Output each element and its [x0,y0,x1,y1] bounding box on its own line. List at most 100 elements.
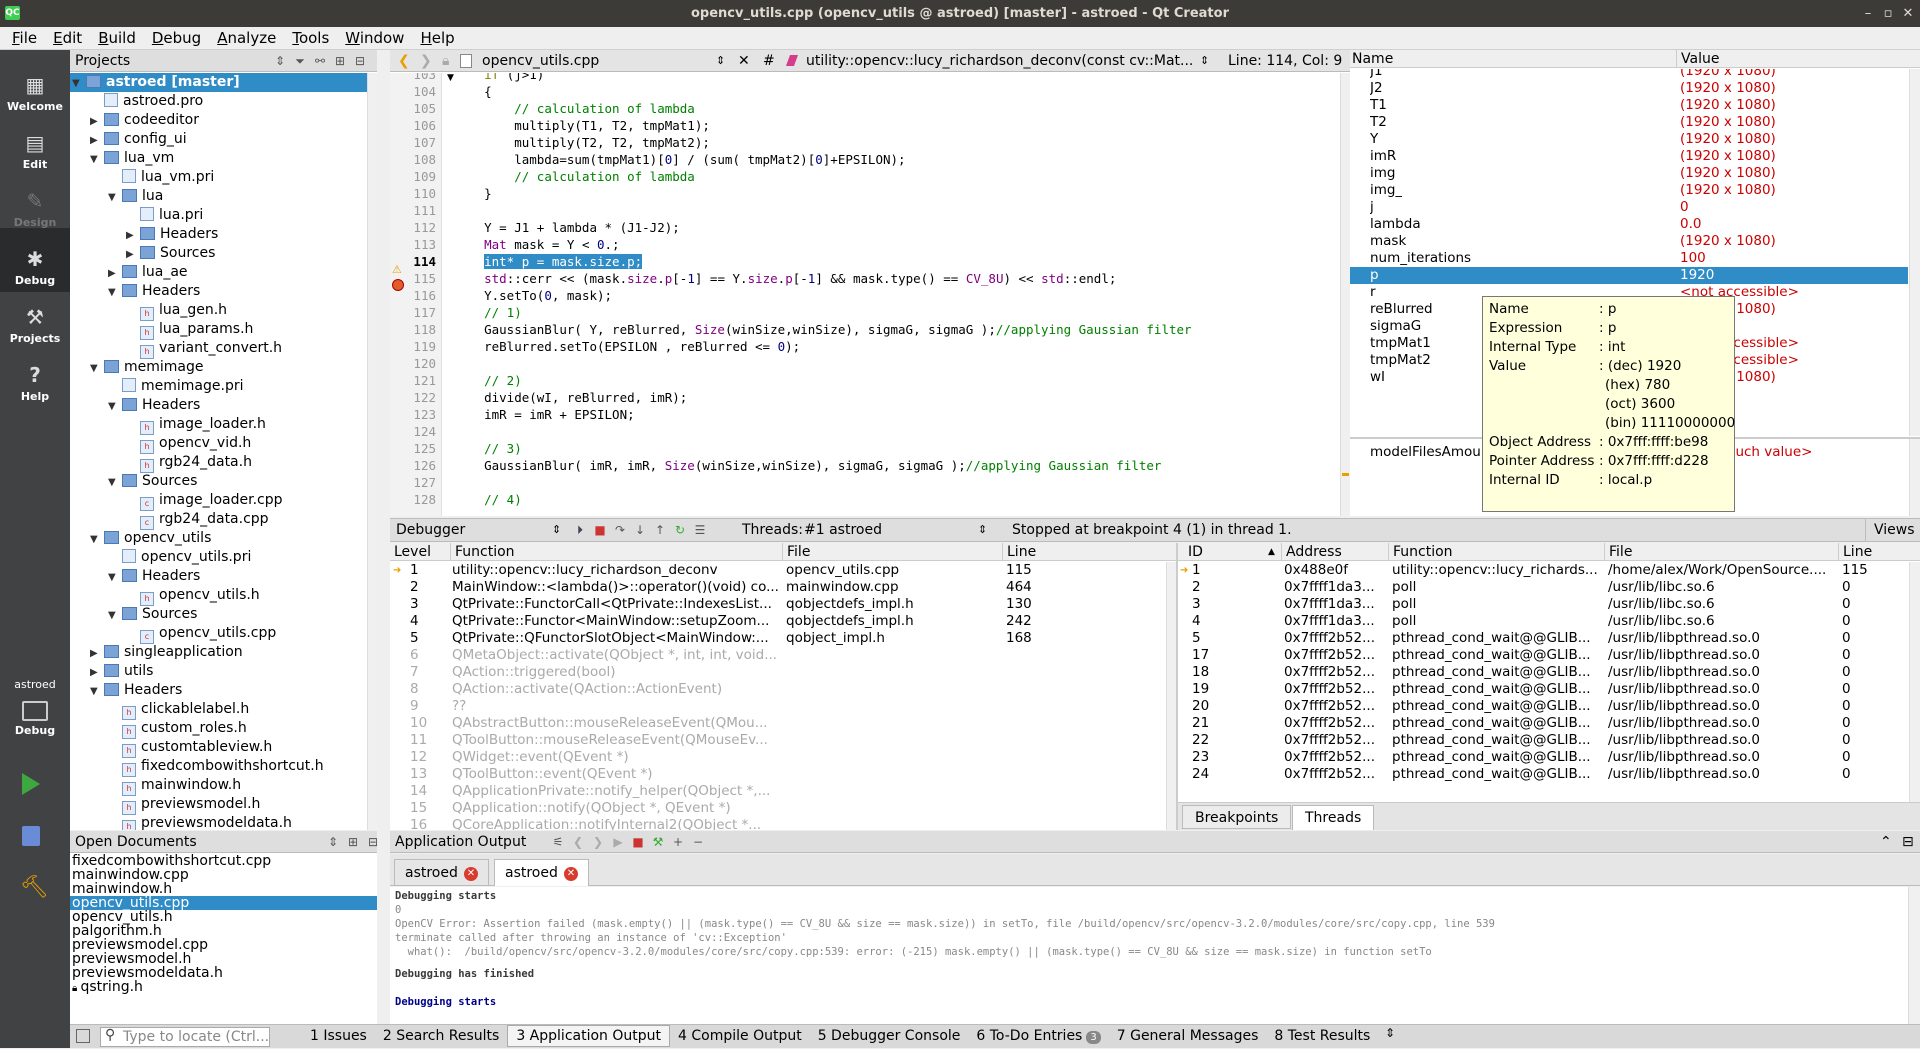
close-icon[interactable]: ✕ [1898,0,1918,27]
expanded-arrow-icon[interactable]: ▼ [108,188,122,207]
locator-input[interactable]: Type to locate (Ctrl... [100,1027,270,1047]
stack-frame-row[interactable]: 10 QAbstractButton::mouseReleaseEvent(QMo… [390,715,1166,732]
project-tree-item[interactable]: ▼ opencv_utils [70,529,367,548]
project-tree-item[interactable]: lua.pri [70,206,367,225]
project-tree-item[interactable]: ▼ Headers [70,396,367,415]
filter-icon[interactable]: ⏷ [293,54,307,68]
thread-row[interactable]: 22 0x7ffff2b52... pthread_cond_wait@@GLIB.… [1178,732,1910,749]
output-tab-1[interactable]: astroed ✕ [394,859,489,885]
project-tree-item[interactable]: c image_loader.cpp [70,491,367,511]
split-icon[interactable]: ⊞ [346,835,360,849]
stack-frame-row[interactable]: 14 QApplicationPrivate::notify_helper(QOb… [390,783,1166,800]
stack-frame-row[interactable]: ➜ 1 utility::opencv::lucy_richardson_decon… [390,562,1166,579]
project-tree-item[interactable]: ▼ Sources [70,605,367,624]
expanded-arrow-icon[interactable]: ▼ [108,568,122,587]
kit-selector[interactable]: Debug [0,695,70,747]
menu-file[interactable]: File [4,29,45,47]
project-tree-item[interactable]: h lua_params.h [70,320,367,340]
project-tree-item[interactable]: ▶ utils [70,662,367,681]
output-pane-button[interactable]: 6 To-Do Entries 3 [968,1025,1108,1047]
threads-col-function[interactable]: Function [1388,543,1453,561]
threads-col-id[interactable]: ID [1188,543,1203,561]
collapsed-arrow-icon[interactable]: ▶ [90,644,104,663]
open-document-item[interactable]: mainwindow.h [70,882,377,896]
mode-edit[interactable]: ▤ Edit [0,112,70,176]
output-scrollbar[interactable] [1908,887,1920,1024]
stack-scrollbar[interactable] [1166,562,1176,830]
split-icon[interactable]: ⊞ [333,54,347,68]
breakpoint-icon[interactable] [392,279,404,291]
stack-frame-row[interactable]: 13 QToolButton::event(QEvent *) [390,766,1166,783]
threads-col-line[interactable]: Line [1838,543,1872,561]
expanded-arrow-icon[interactable]: ▼ [108,606,122,625]
project-tree-item[interactable]: ▼ Sources [70,472,367,491]
expanded-arrow-icon[interactable]: ▼ [90,359,104,378]
tab-threads[interactable]: Threads [1292,805,1375,830]
editor-scrollbar[interactable] [1340,73,1350,516]
stop-icon[interactable]: ■ [593,523,607,537]
thread-row[interactable]: 21 0x7ffff2b52... pthread_cond_wait@@GLIB.… [1178,715,1910,732]
close-pane-icon[interactable]: ⊟ [366,835,377,849]
thread-combo[interactable]: #1 astroed [804,519,882,541]
thread-row[interactable]: ➜ 1 0x488e0f utility::opencv::lucy_richards… [1178,562,1910,579]
zoom-in-icon[interactable]: + [671,835,685,849]
mode-help[interactable]: ? Help [0,344,70,408]
thread-row[interactable]: 24 0x7ffff2b52... pthread_cond_wait@@GLIB.… [1178,766,1910,783]
stack-frame-row[interactable]: 15 QApplication::notify(QObject *, QEvent… [390,800,1166,817]
collapsed-arrow-icon[interactable]: ▶ [90,112,104,131]
thread-row[interactable]: 5 0x7ffff2b52... pthread_cond_wait@@GLIB..… [1178,630,1910,647]
step-into-icon[interactable]: ↓ [633,523,647,537]
output-tab-2[interactable]: astroed ✕ [494,859,589,886]
rerun-icon[interactable]: ▶ [611,835,625,849]
projects-scrollbar[interactable] [367,73,377,830]
local-variable-row[interactable]: j0 [1350,199,1908,216]
project-tree-item[interactable]: ▼ lua [70,187,367,206]
output-pane-button[interactable]: 5 Debugger Console [810,1025,969,1047]
next-item-icon[interactable]: ❯ [591,835,605,849]
local-variable-row[interactable]: imR (1920 x 1080) [1350,148,1908,165]
stack-frame-row[interactable]: 3 QtPrivate::FunctorCall<QtPrivate::Index… [390,596,1166,613]
symbol-combo[interactable]: utility::opencv::lucy_richardson_deconv(… [806,50,1193,71]
output-pane-button[interactable]: 3 Application Output [507,1025,670,1047]
open-document-item[interactable]: mainwindow.cpp [70,868,377,882]
project-tree-item[interactable]: ▶ lua_ae [70,263,367,282]
project-tree-item[interactable]: ▶ codeeditor [70,111,367,130]
output-text[interactable]: Debugging starts 0 OpenCV Error: Assertion… [390,887,1908,1024]
stack-frame-row[interactable]: 5 QtPrivate::QFunctorSlotObject<MainWindo… [390,630,1166,647]
menu-help[interactable]: Help [412,29,462,47]
local-variable-row[interactable]: img (1920 x 1080) [1350,165,1908,182]
collapsed-arrow-icon[interactable]: ▶ [90,663,104,682]
stack-col-function[interactable]: Function [450,543,515,561]
local-variable-row[interactable]: T2 (1920 x 1080) [1350,114,1908,131]
project-tree-item[interactable]: c opencv_utils.cpp [70,624,367,644]
project-tree-item[interactable]: h image_loader.h [70,415,367,435]
minimize-icon[interactable]: – [1858,0,1878,27]
symbol-combo-arrow-icon[interactable]: ⇕ [1200,50,1209,71]
project-tree-item[interactable]: h lua_gen.h [70,301,367,321]
local-variable-row[interactable]: lambda 0.0 [1350,216,1908,233]
menu-edit[interactable]: Edit [45,29,90,47]
open-document-item[interactable]: opencv_utils.h [70,910,377,924]
expanded-arrow-icon[interactable]: ▼ [72,74,86,93]
stack-frame-row[interactable]: 11 QToolButton::mouseReleaseEvent(QMouseE… [390,732,1166,749]
local-variable-row[interactable]: p 1920 [1350,267,1908,284]
restart-icon[interactable]: ↻ [673,523,687,537]
close-file-icon[interactable]: ✕ [738,50,750,71]
mode-debug[interactable]: ✱ Debug [0,228,70,292]
step-over-icon[interactable]: ↷ [613,523,627,537]
thread-row[interactable]: 20 0x7ffff2b52... pthread_cond_wait@@GLIB.… [1178,698,1910,715]
debugger-combo-arrow-icon[interactable]: ⇕ [552,519,561,541]
file-combo-arrow-icon[interactable]: ⇕ [716,50,725,71]
open-document-item[interactable]: fixedcombowithshortcut.cpp [70,854,377,868]
local-variable-row[interactable]: num_iterations 100 [1350,250,1908,267]
project-tree-item[interactable]: ▶ Sources [70,244,367,263]
project-tree-item[interactable]: h previewsmodel.h [70,795,367,815]
zoom-out-icon[interactable]: − [691,835,705,849]
tab-breakpoints[interactable]: Breakpoints [1182,805,1292,829]
project-tree-item[interactable]: c rgb24_data.cpp [70,510,367,530]
watch-scrollbar[interactable] [1909,439,1920,516]
menu-analyze[interactable]: Analyze [209,29,284,47]
collapsed-arrow-icon[interactable]: ▶ [108,264,122,283]
thread-combo-arrow-icon[interactable]: ⇕ [978,519,987,541]
collapsed-arrow-icon[interactable]: ▶ [126,245,140,264]
